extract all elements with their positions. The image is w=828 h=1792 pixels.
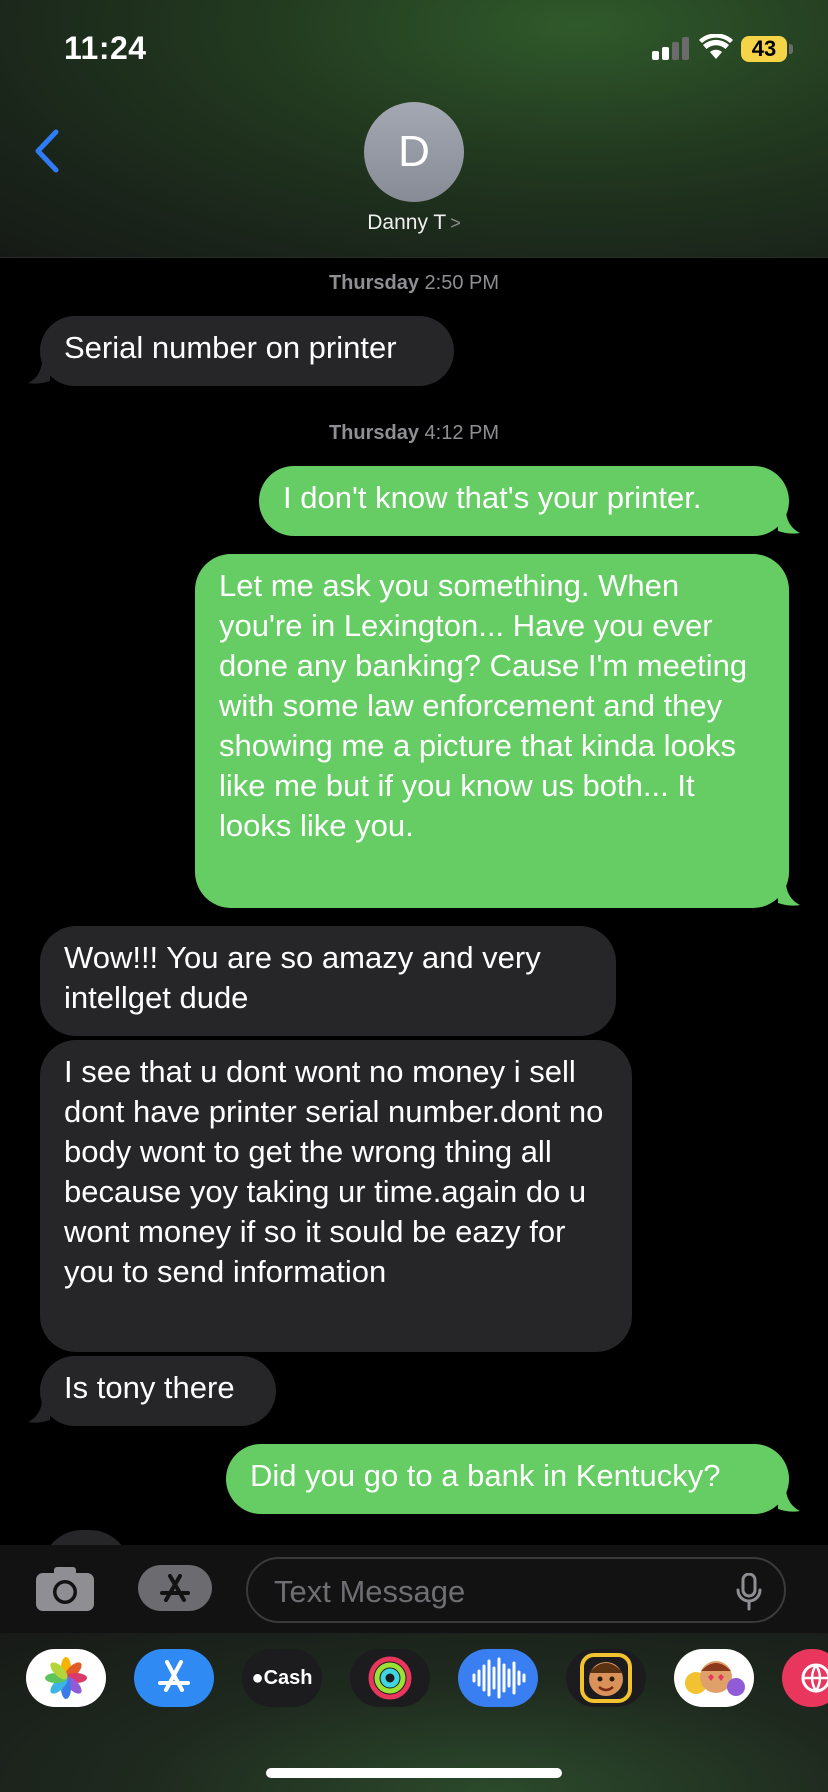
incoming-message[interactable]: Is tony there: [40, 1356, 276, 1426]
bubble-tail: [778, 1491, 800, 1512]
timestamp-day: Thursday: [328, 422, 419, 444]
bubble-tail: [778, 513, 800, 534]
battery-level: 43: [741, 36, 787, 62]
home-indicator[interactable]: [266, 1768, 562, 1778]
text-message-field[interactable]: Text Message: [246, 1557, 786, 1623]
timestamp-time: 2:50 PM: [424, 272, 500, 294]
apple-cash-app-icon[interactable]: ●Cash: [242, 1649, 322, 1707]
app-button-edge: [198, 1563, 216, 1613]
cellular-signal-icon: [652, 36, 692, 60]
activity-app-icon[interactable]: [350, 1649, 430, 1707]
back-chevron-icon[interactable]: [30, 126, 70, 176]
outgoing-message[interactable]: Let me ask you something. When you're in…: [195, 554, 789, 908]
contact-name-row[interactable]: Danny T >: [0, 211, 828, 235]
text-message-placeholder: Text Message: [274, 1574, 466, 1609]
app-drawer: ●Cash: [0, 1633, 828, 1792]
status-time: 11:24: [64, 30, 147, 66]
animoji-app-icon[interactable]: [674, 1649, 754, 1707]
contact-avatar[interactable]: D: [364, 102, 464, 202]
battery-nub: [789, 44, 793, 54]
microphone-icon[interactable]: [736, 1573, 762, 1611]
incoming-message[interactable]: I see that u dont wont no money i sell d…: [40, 1040, 632, 1352]
photos-app-icon[interactable]: [26, 1649, 106, 1707]
wifi-icon: [699, 34, 733, 59]
app-store-button[interactable]: [138, 1563, 216, 1613]
cash-label: Cash: [263, 1667, 313, 1689]
apple-logo-icon: ●: [251, 1667, 264, 1689]
camera-icon[interactable]: [34, 1565, 96, 1613]
memoji-app-icon[interactable]: [566, 1649, 646, 1707]
timestamp: Thursday 2:50 PM: [0, 272, 828, 295]
voice-memo-app-icon[interactable]: [458, 1649, 538, 1707]
timestamp-time: 4:12 PM: [424, 422, 500, 444]
app-store-icon: [160, 1574, 190, 1602]
app-store-app-icon[interactable]: [134, 1649, 214, 1707]
incoming-message[interactable]: Serial number on printer: [40, 316, 454, 386]
timestamp: Thursday 4:12 PM: [0, 422, 828, 445]
outgoing-message[interactable]: Did you go to a bank in Kentucky?: [226, 1444, 789, 1514]
outgoing-message[interactable]: I don't know that's your printer.: [259, 466, 789, 536]
bubble-tail: [778, 885, 800, 906]
web-app-icon[interactable]: [782, 1649, 828, 1707]
conversation-header: 11:24 43 D Danny T >: [0, 0, 828, 258]
contact-name: Danny T: [367, 211, 447, 234]
contact-chevron-icon: >: [450, 213, 461, 233]
incoming-message[interactable]: Wow!!! You are so amazy and very intellg…: [40, 926, 616, 1036]
message-input-bar: Text Message: [0, 1545, 828, 1635]
timestamp-day: Thursday: [328, 272, 419, 294]
